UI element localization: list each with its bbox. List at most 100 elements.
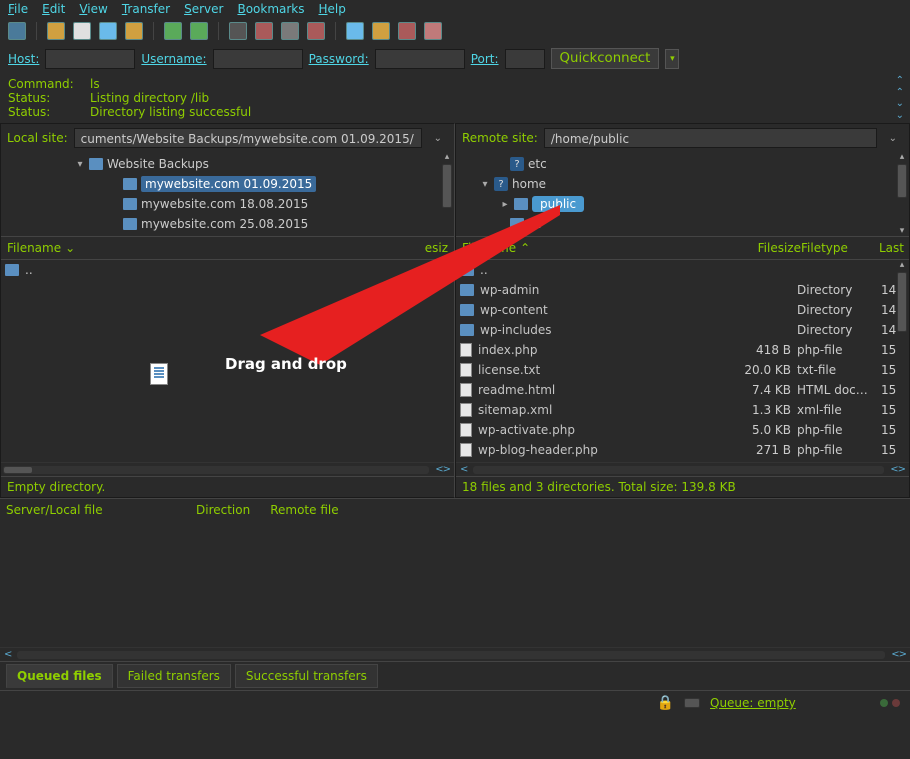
site-manager-icon[interactable] bbox=[8, 22, 26, 40]
log-scroll-up[interactable]: ⌃⌃ bbox=[896, 75, 904, 98]
queue-body bbox=[0, 521, 910, 647]
list-item[interactable]: license.txt20.0 KBtxt-file15 bbox=[456, 360, 909, 380]
headphones-icon[interactable] bbox=[424, 22, 442, 40]
toggle-tree-icon[interactable] bbox=[73, 22, 91, 40]
queue-hscroll[interactable]: <<> bbox=[0, 647, 910, 661]
folder-icon bbox=[514, 198, 528, 210]
local-pane: Local site: cuments/Website Backups/mywe… bbox=[0, 123, 455, 498]
remote-list[interactable]: ..wp-adminDirectory14wp-contentDirectory… bbox=[456, 260, 909, 462]
remote-list-scrollbar[interactable]: ▴ bbox=[895, 260, 909, 462]
tree-item[interactable]: ▸public bbox=[456, 194, 909, 214]
bookmark-icon[interactable] bbox=[398, 22, 416, 40]
list-item[interactable]: wp-adminDirectory14 bbox=[456, 280, 909, 300]
file-icon bbox=[460, 383, 472, 397]
tab-successful[interactable]: Successful transfers bbox=[235, 664, 378, 688]
queue-status[interactable]: Queue: empty bbox=[710, 696, 870, 710]
tree-item[interactable]: mywebsite.com 01.09.2015 bbox=[1, 174, 454, 194]
menu-transfer[interactable]: Transfer bbox=[122, 2, 170, 16]
recursive-icon[interactable] bbox=[255, 22, 273, 40]
local-path-input[interactable]: cuments/Website Backups/mywebsite.com 01… bbox=[74, 128, 422, 148]
menu-help[interactable]: Help bbox=[319, 2, 346, 16]
local-list[interactable]: .. bbox=[1, 260, 454, 462]
pass-input[interactable] bbox=[375, 49, 465, 69]
quickconnect-dropdown[interactable]: ▾ bbox=[665, 49, 679, 69]
folder-icon bbox=[510, 218, 524, 230]
local-site-label: Local site: bbox=[7, 131, 68, 145]
menu-bookmarks[interactable]: Bookmarks bbox=[237, 2, 304, 16]
remote-path-input[interactable]: /home/public bbox=[544, 128, 877, 148]
tab-failed[interactable]: Failed transfers bbox=[117, 664, 231, 688]
lock-icon[interactable]: 🔒 bbox=[657, 695, 674, 711]
tree-item[interactable]: ▾?home bbox=[456, 174, 909, 194]
tree-item[interactable]: lib bbox=[456, 214, 909, 234]
reconnect-icon[interactable] bbox=[281, 22, 299, 40]
tree-item[interactable]: ?etc bbox=[456, 154, 909, 174]
file-icon bbox=[460, 403, 472, 417]
list-item[interactable]: readme.html7.4 KBHTML doc…15 bbox=[456, 380, 909, 400]
local-status: Empty directory. bbox=[1, 476, 454, 497]
local-hscroll[interactable]: <> bbox=[1, 462, 454, 476]
remote-site-label: Remote site: bbox=[462, 131, 538, 145]
menu-edit[interactable]: Edit bbox=[42, 2, 65, 16]
menu-file[interactable]: File bbox=[8, 2, 28, 16]
list-item[interactable]: .. bbox=[1, 260, 454, 280]
file-icon bbox=[460, 343, 472, 357]
folder-icon bbox=[460, 324, 474, 336]
remote-tree[interactable]: ?etc▾?home▸publiclib▴▾ bbox=[456, 152, 909, 236]
folder-icon bbox=[123, 198, 137, 210]
log-scroll-down[interactable]: ⌄⌄ bbox=[896, 98, 904, 121]
server-icon[interactable] bbox=[684, 698, 700, 708]
message-log: ⌃⌃ ⌄⌄ Command:lsStatus:Listing directory… bbox=[0, 73, 910, 123]
queue-header[interactable]: Server/Local file Direction Remote file bbox=[0, 498, 910, 521]
annotation-doc-icon bbox=[150, 363, 168, 385]
tab-queued[interactable]: Queued files bbox=[6, 664, 113, 688]
quickconnect-button[interactable]: Quickconnect bbox=[551, 48, 660, 69]
local-tree[interactable]: ▾Website Backupsmywebsite.com 01.09.2015… bbox=[1, 152, 454, 236]
tree-item[interactable]: mywebsite.com 25.08.2015 bbox=[1, 214, 454, 234]
folder-icon bbox=[460, 284, 474, 296]
activity-recv-icon bbox=[880, 699, 888, 707]
file-icon bbox=[460, 423, 472, 437]
tree-item[interactable]: ▾Website Backups bbox=[1, 154, 454, 174]
list-item[interactable]: index.php418 Bphp-file15 bbox=[456, 340, 909, 360]
site-split: Local site: cuments/Website Backups/mywe… bbox=[0, 123, 910, 498]
compare-icon[interactable] bbox=[190, 22, 208, 40]
refresh-icon[interactable] bbox=[125, 22, 143, 40]
menu-view[interactable]: View bbox=[79, 2, 107, 16]
toggle-log-icon[interactable] bbox=[47, 22, 65, 40]
port-input[interactable] bbox=[505, 49, 545, 69]
remote-status: 18 files and 3 directories. Total size: … bbox=[456, 476, 909, 497]
cancel-icon[interactable] bbox=[307, 22, 325, 40]
local-list-header[interactable]: Filename⌄ esiz bbox=[1, 236, 454, 260]
folder-icon bbox=[5, 264, 19, 276]
list-item[interactable]: wp-activate.php5.0 KBphp-file15 bbox=[456, 420, 909, 440]
user-input[interactable] bbox=[213, 49, 303, 69]
remote-list-header[interactable]: Filename⌃ Filesize Filetype Last bbox=[456, 236, 909, 260]
folder-icon bbox=[89, 158, 103, 170]
list-item[interactable]: wp-includesDirectory14 bbox=[456, 320, 909, 340]
remote-tree-scrollbar[interactable]: ▴▾ bbox=[895, 152, 909, 236]
host-input[interactable] bbox=[45, 49, 135, 69]
remote-hscroll[interactable]: <<> bbox=[456, 462, 909, 476]
file-icon bbox=[460, 443, 472, 457]
folder-icon bbox=[460, 304, 474, 316]
folder-icon bbox=[460, 264, 474, 276]
list-item[interactable]: wp-blog-header.php271 Bphp-file15 bbox=[456, 440, 909, 460]
filter-icon[interactable] bbox=[229, 22, 247, 40]
tree-item[interactable]: mywebsite.com 18.08.2015 bbox=[1, 194, 454, 214]
quickconnect-bar: Host: Username: Password: Port: Quickcon… bbox=[0, 44, 910, 73]
list-item[interactable]: sitemap.xml1.3 KBxml-file15 bbox=[456, 400, 909, 420]
local-path-dropdown[interactable]: ⌄ bbox=[428, 133, 448, 144]
local-tree-scrollbar[interactable]: ▴ bbox=[440, 152, 454, 236]
list-item[interactable]: wp-contentDirectory14 bbox=[456, 300, 909, 320]
remote-path-dropdown[interactable]: ⌄ bbox=[883, 133, 903, 144]
search-icon[interactable] bbox=[372, 22, 390, 40]
sync-browse-icon[interactable] bbox=[164, 22, 182, 40]
pass-label: Password: bbox=[309, 52, 369, 66]
menu-bar: File Edit View Transfer Server Bookmarks… bbox=[0, 0, 910, 18]
disconnect-icon[interactable] bbox=[346, 22, 364, 40]
menu-server[interactable]: Server bbox=[184, 2, 223, 16]
list-item[interactable]: .. bbox=[456, 260, 909, 280]
toggle-queue-icon[interactable] bbox=[99, 22, 117, 40]
unknown-folder-icon: ? bbox=[494, 177, 508, 191]
